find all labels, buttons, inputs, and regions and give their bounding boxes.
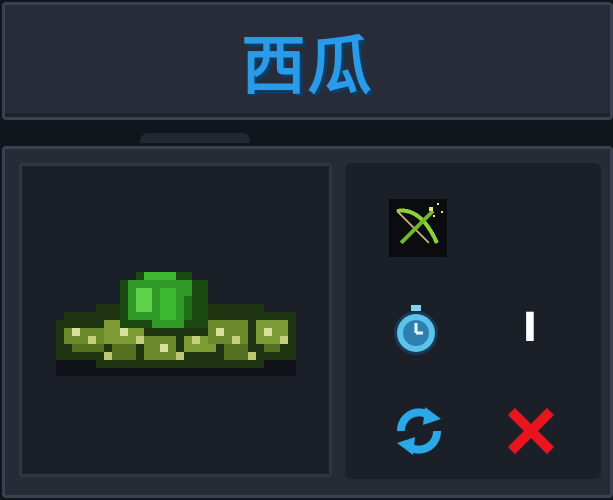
refresh-icon[interactable] xyxy=(391,403,447,459)
bow-icon xyxy=(389,199,447,257)
item-panel: I xyxy=(2,146,613,498)
close-icon[interactable] xyxy=(507,407,555,455)
item-info-window: 西瓜 I xyxy=(0,0,613,500)
stopwatch-icon xyxy=(394,305,438,355)
watermelon-sprout-icon xyxy=(56,272,296,376)
stats-panel: I xyxy=(345,163,601,479)
panel-divider xyxy=(140,133,250,143)
attack-speed-value: I xyxy=(522,305,538,351)
item-preview-frame xyxy=(19,163,332,477)
title-bar: 西瓜 xyxy=(2,2,613,120)
item-title: 西瓜 xyxy=(241,30,374,104)
